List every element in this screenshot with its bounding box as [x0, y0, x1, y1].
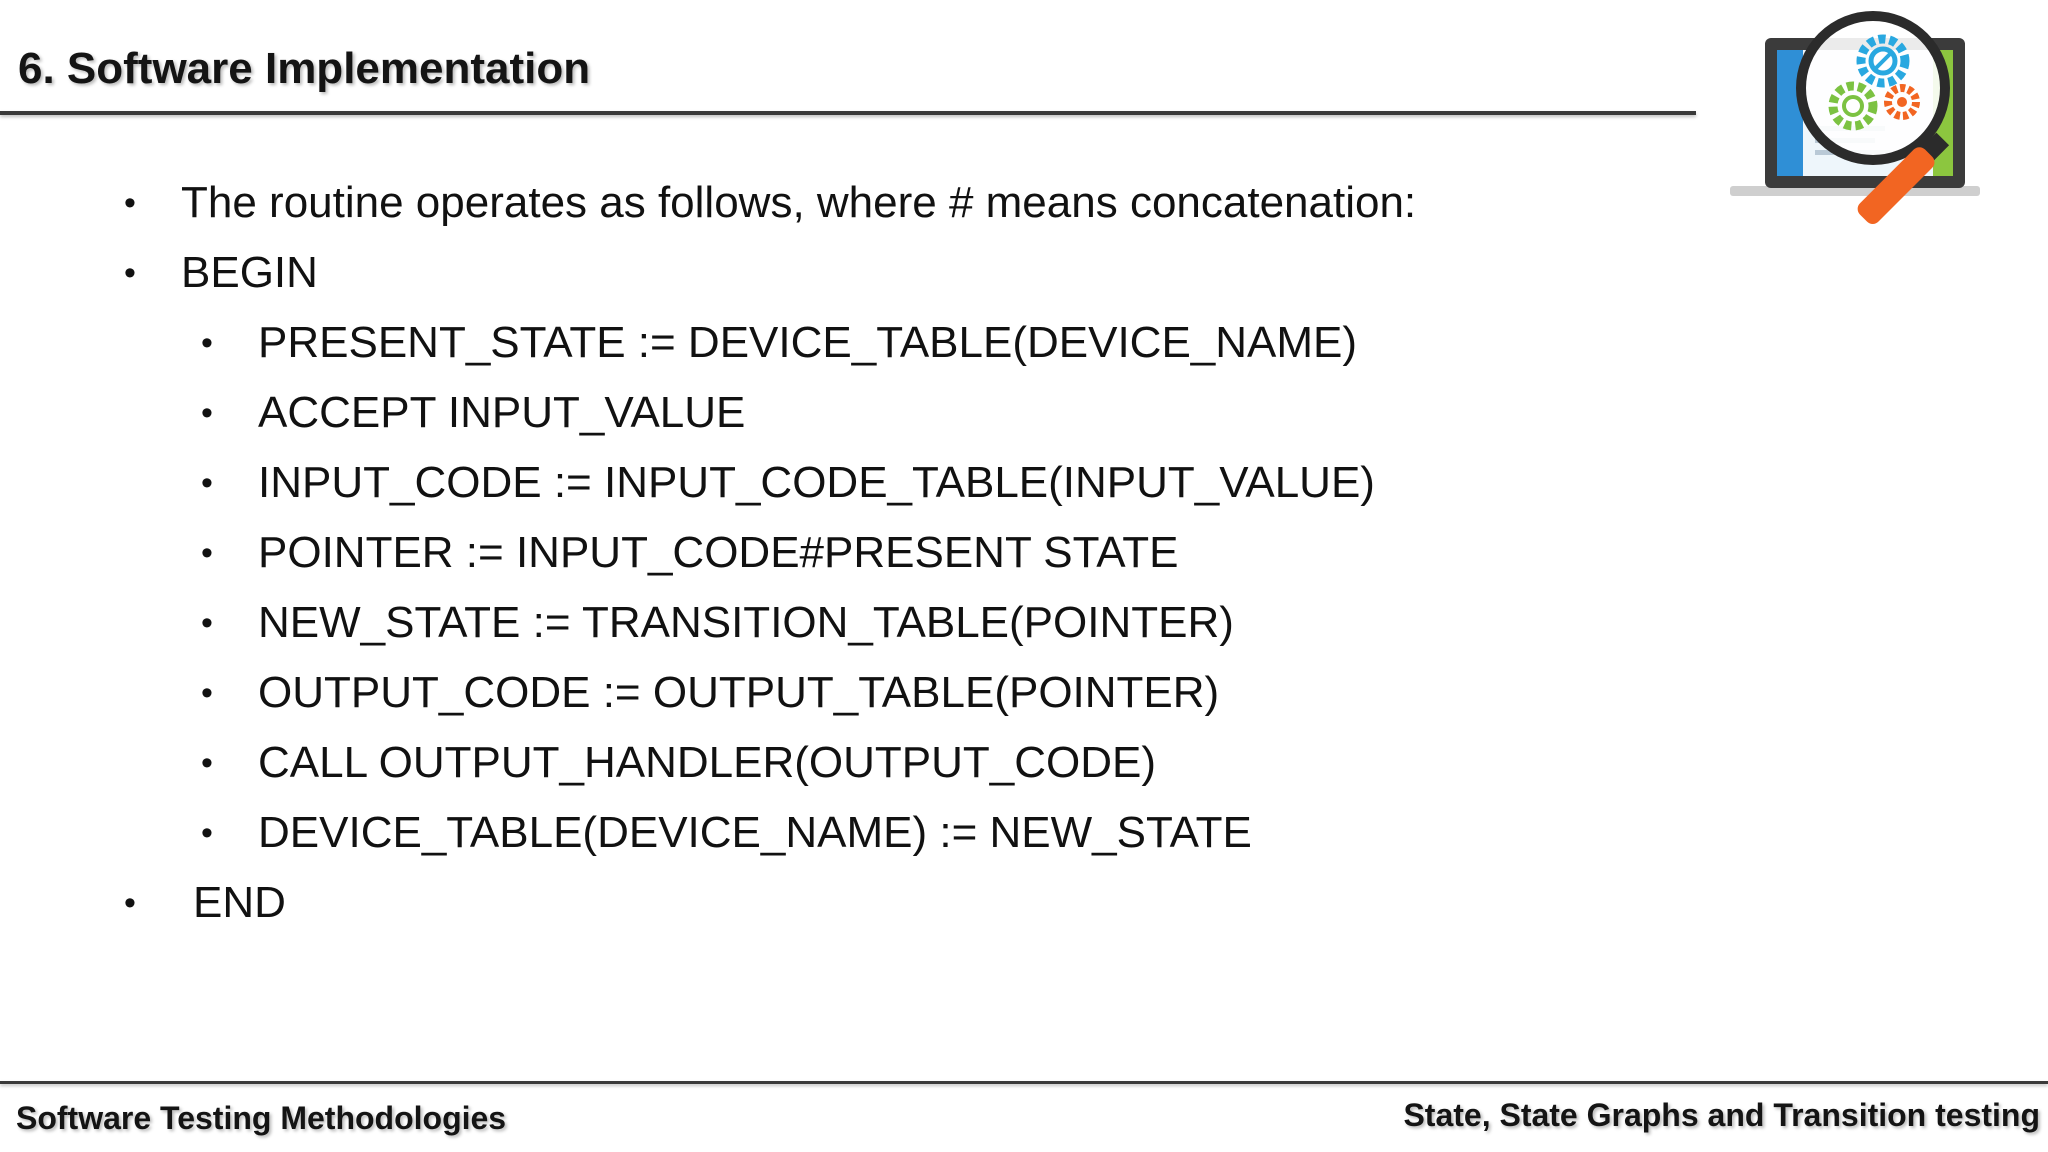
list-item: • INPUT_CODE := INPUT_CODE_TABLE(INPUT_VA… [0, 448, 1416, 518]
slide: 6. Software Implementation • The routine… [0, 0, 2048, 1152]
bullet-dot-icon: • [201, 464, 213, 502]
footer-divider [0, 1081, 2048, 1084]
list-item: • OUTPUT_CODE := OUTPUT_TABLE(POINTER) [0, 658, 1416, 728]
list-item-text: NEW_STATE := TRANSITION_TABLE(POINTER) [258, 598, 1234, 647]
list-item-text: ACCEPT INPUT_VALUE [258, 388, 746, 437]
bullet-dot-icon: • [124, 254, 136, 292]
title-divider [0, 111, 1696, 115]
bullet-dot-icon: • [201, 534, 213, 572]
list-item: • PRESENT_STATE := DEVICE_TABLE(DEVICE_NA… [0, 308, 1416, 378]
bullet-dot-icon: • [201, 394, 213, 432]
list-item: • BEGIN [0, 238, 1416, 308]
bullet-dot-icon: • [201, 744, 213, 782]
list-item-text: CALL OUTPUT_HANDLER(OUTPUT_CODE) [258, 738, 1157, 787]
bullet-dot-icon: • [201, 814, 213, 852]
list-item: • CALL OUTPUT_HANDLER(OUTPUT_CODE) [0, 728, 1416, 798]
footer-course-title: Software Testing Methodologies [16, 1100, 507, 1136]
list-item: • END [0, 868, 1416, 938]
list-item: • ACCEPT INPUT_VALUE [0, 378, 1416, 448]
list-item-text: The routine operates as follows, where #… [181, 178, 1417, 227]
list-item: • DEVICE_TABLE(DEVICE_NAME) := NEW_STATE [0, 798, 1416, 868]
bullet-dot-icon: • [124, 184, 136, 222]
list-item-text: PRESENT_STATE := DEVICE_TABLE(DEVICE_NAM… [258, 318, 1358, 367]
bullet-list: • The routine operates as follows, where … [0, 168, 1416, 938]
list-item-text: DEVICE_TABLE(DEVICE_NAME) := NEW_STATE [258, 808, 1252, 857]
list-item-text: BEGIN [181, 248, 318, 297]
list-item-text: POINTER := INPUT_CODE#PRESENT STATE [258, 528, 1179, 577]
list-item-text: INPUT_CODE := INPUT_CODE_TABLE(INPUT_VAL… [258, 458, 1375, 507]
list-item: • POINTER := INPUT_CODE#PRESENT STATE [0, 518, 1416, 588]
list-item: • NEW_STATE := TRANSITION_TABLE(POINTER) [0, 588, 1416, 658]
list-item-text: END [193, 878, 286, 927]
laptop-magnifier-gears-icon [1730, 11, 1980, 225]
list-item: • The routine operates as follows, where … [0, 168, 1416, 238]
bullet-dot-icon: • [201, 604, 213, 642]
bullet-dot-icon: • [201, 674, 213, 712]
slide-title: 6. Software Implementation [18, 44, 591, 93]
bullet-dot-icon: • [201, 324, 213, 362]
bullet-dot-icon: • [124, 884, 136, 922]
footer-topic-title: State, State Graphs and Transition testi… [1403, 1097, 2040, 1133]
list-item-text: OUTPUT_CODE := OUTPUT_TABLE(POINTER) [258, 668, 1220, 717]
